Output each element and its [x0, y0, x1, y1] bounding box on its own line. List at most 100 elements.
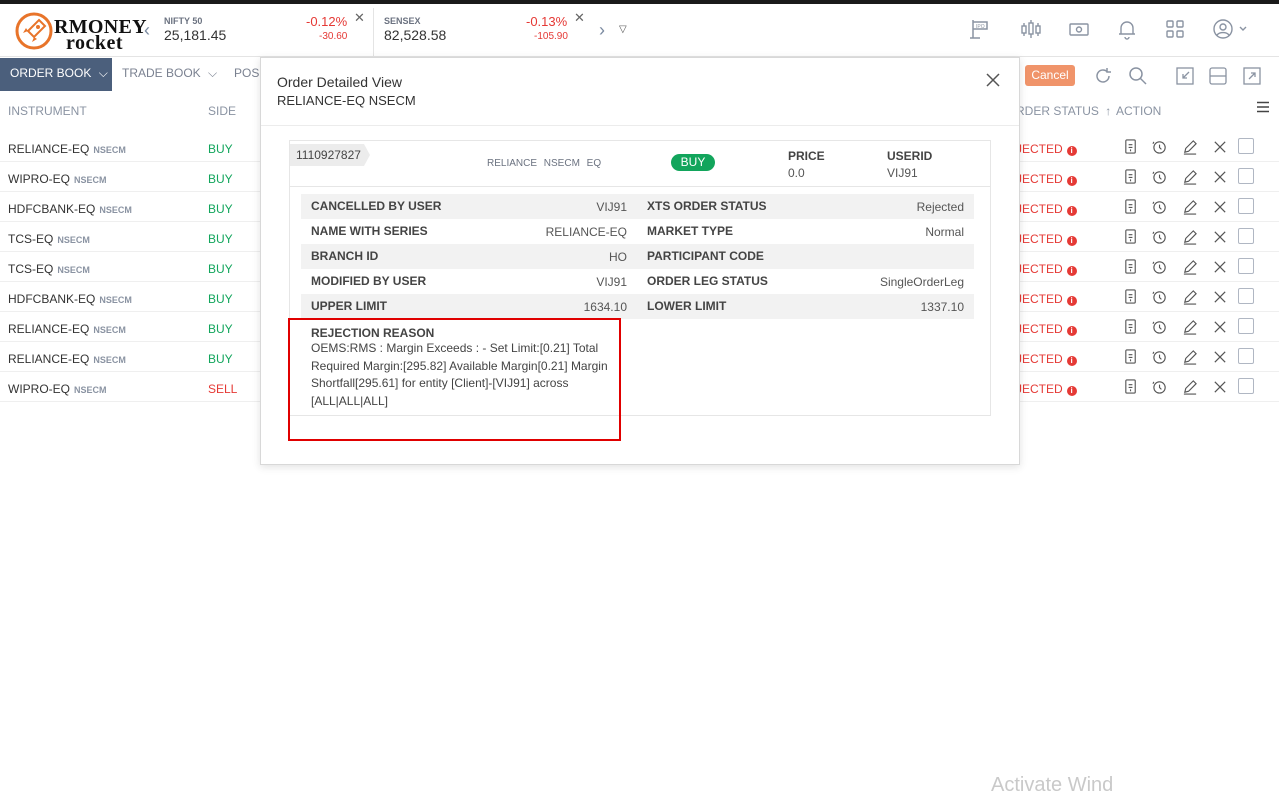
row-checkbox[interactable] — [1238, 168, 1254, 184]
tab-positions[interactable]: POSI — [234, 66, 263, 80]
order-history-icon[interactable] — [1152, 138, 1168, 156]
divider — [261, 125, 1019, 126]
index-ticker-nifty[interactable]: NIFTY 50 25,181.45 -0.12% -30.60 ✕ — [164, 4, 374, 56]
info-icon[interactable]: i — [1066, 266, 1077, 276]
info-icon[interactable]: i — [1066, 206, 1077, 216]
info-icon[interactable]: i — [1066, 326, 1077, 336]
field-value: 1634.10 — [583, 300, 627, 314]
chevron-down-icon: ⌵ — [208, 66, 218, 80]
modify-order-icon[interactable] — [1182, 288, 1198, 306]
modal-title: Order Detailed View — [277, 74, 403, 90]
bell-icon[interactable] — [1116, 18, 1138, 40]
column-menu-icon[interactable] — [1256, 101, 1270, 113]
user-account-icon[interactable] — [1212, 18, 1252, 40]
ipo-icon[interactable]: IPO — [968, 18, 990, 40]
info-icon[interactable]: i — [1066, 296, 1077, 306]
order-history-icon[interactable] — [1152, 168, 1168, 186]
index-ticker-sensex[interactable]: SENSEX 82,528.58 -0.13% -105.90 ✕ — [384, 4, 594, 56]
order-details-icon[interactable] — [1123, 348, 1139, 366]
order-details-icon[interactable] — [1123, 138, 1139, 156]
chart-candles-icon[interactable] — [1020, 18, 1042, 40]
order-history-icon[interactable] — [1152, 228, 1168, 246]
cancel-order-icon[interactable] — [1212, 198, 1228, 216]
order-history-icon[interactable] — [1152, 378, 1168, 396]
tab-order-book[interactable]: ORDER BOOK ⌵ — [0, 58, 112, 91]
close-icon[interactable] — [983, 70, 1003, 90]
order-history-icon[interactable] — [1152, 288, 1168, 306]
order-summary: 1110927827 RELIANCE NSECM EQ BUY PRICE 0… — [290, 141, 990, 187]
close-icon[interactable]: ✕ — [574, 10, 585, 26]
order-details-icon[interactable] — [1123, 378, 1139, 396]
row-checkbox[interactable] — [1238, 288, 1254, 304]
cancel-button[interactable]: Cancel — [1025, 65, 1075, 86]
instrument-cell: RELIANCE-EQ NSECM — [8, 142, 126, 156]
row-checkbox[interactable] — [1238, 378, 1254, 394]
cash-icon[interactable] — [1068, 18, 1090, 40]
row-checkbox[interactable] — [1238, 258, 1254, 274]
modify-order-icon[interactable] — [1182, 198, 1198, 216]
chevron-down-icon[interactable]: ▽ — [619, 24, 627, 35]
row-checkbox[interactable] — [1238, 198, 1254, 214]
row-checkbox[interactable] — [1238, 228, 1254, 244]
column-header-side[interactable]: SIDE — [208, 104, 236, 118]
rocket-logo-icon — [15, 12, 53, 50]
rmoney-rocket-logo[interactable]: RMONEY rocket — [14, 10, 147, 54]
chevron-left-icon[interactable]: ‹ — [144, 20, 150, 41]
order-history-icon[interactable] — [1152, 318, 1168, 336]
info-icon[interactable]: i — [1066, 176, 1077, 186]
modify-order-icon[interactable] — [1182, 228, 1198, 246]
cancel-order-icon[interactable] — [1212, 378, 1228, 396]
column-header-order-status[interactable]: RDER STATUS ↑ — [1016, 104, 1111, 118]
instrument-cell: TCS-EQ NSECM — [8, 262, 90, 276]
order-details-icon[interactable] — [1123, 168, 1139, 186]
cancel-order-icon[interactable] — [1212, 168, 1228, 186]
order-history-icon[interactable] — [1152, 258, 1168, 276]
cancel-order-icon[interactable] — [1212, 348, 1228, 366]
exchange-label: NSECM — [93, 325, 126, 335]
cancel-order-icon[interactable] — [1212, 318, 1228, 336]
order-history-icon[interactable] — [1152, 198, 1168, 216]
info-icon[interactable]: i — [1066, 356, 1077, 366]
cancel-order-icon[interactable] — [1212, 138, 1228, 156]
instrument-symbol: HDFCBANK-EQ — [8, 202, 96, 216]
order-details-icon[interactable] — [1123, 198, 1139, 216]
modify-order-icon[interactable] — [1182, 378, 1198, 396]
side-cell: BUY — [208, 292, 233, 306]
row-checkbox[interactable] — [1238, 348, 1254, 364]
modify-order-icon[interactable] — [1182, 318, 1198, 336]
column-header-instrument[interactable]: INSTRUMENT — [8, 104, 87, 118]
order-status-text: JECTED — [1016, 382, 1063, 396]
close-icon[interactable]: ✕ — [354, 10, 365, 26]
modify-order-icon[interactable] — [1182, 258, 1198, 276]
order-status-cell: JECTED i — [1016, 172, 1077, 186]
order-details-icon[interactable] — [1123, 318, 1139, 336]
cancel-order-icon[interactable] — [1212, 228, 1228, 246]
refresh-icon[interactable] — [1093, 66, 1113, 86]
cancel-order-icon[interactable] — [1212, 258, 1228, 276]
order-history-icon[interactable] — [1152, 348, 1168, 366]
order-details-icon[interactable] — [1123, 228, 1139, 246]
chevron-right-icon[interactable]: › — [599, 20, 605, 41]
info-icon[interactable]: i — [1066, 146, 1077, 156]
info-icon[interactable]: i — [1066, 236, 1077, 246]
collapse-icon[interactable] — [1175, 66, 1195, 86]
index-name: NIFTY 50 — [164, 16, 203, 26]
tab-trade-book[interactable]: TRADE BOOK ⌵ — [122, 66, 217, 81]
app-header: RMONEY rocket ‹ NIFTY 50 25,181.45 -0.12… — [0, 4, 1279, 57]
detail-field-row: ORDER LEG STATUS SingleOrderLeg — [637, 269, 974, 294]
row-checkbox[interactable] — [1238, 138, 1254, 154]
instrument-symbol: HDFCBANK-EQ — [8, 292, 96, 306]
order-details-icon[interactable] — [1123, 258, 1139, 276]
search-icon[interactable] — [1128, 66, 1148, 86]
order-details-icon[interactable] — [1123, 288, 1139, 306]
modify-order-icon[interactable] — [1182, 138, 1198, 156]
modify-order-icon[interactable] — [1182, 348, 1198, 366]
split-view-icon[interactable] — [1208, 66, 1228, 86]
expand-icon[interactable] — [1242, 66, 1262, 86]
apps-grid-icon[interactable] — [1164, 18, 1186, 40]
modify-order-icon[interactable] — [1182, 168, 1198, 186]
cancel-order-icon[interactable] — [1212, 288, 1228, 306]
sort-arrow-up-icon[interactable]: ↑ — [1105, 104, 1111, 118]
row-checkbox[interactable] — [1238, 318, 1254, 334]
info-icon[interactable]: i — [1066, 386, 1077, 396]
